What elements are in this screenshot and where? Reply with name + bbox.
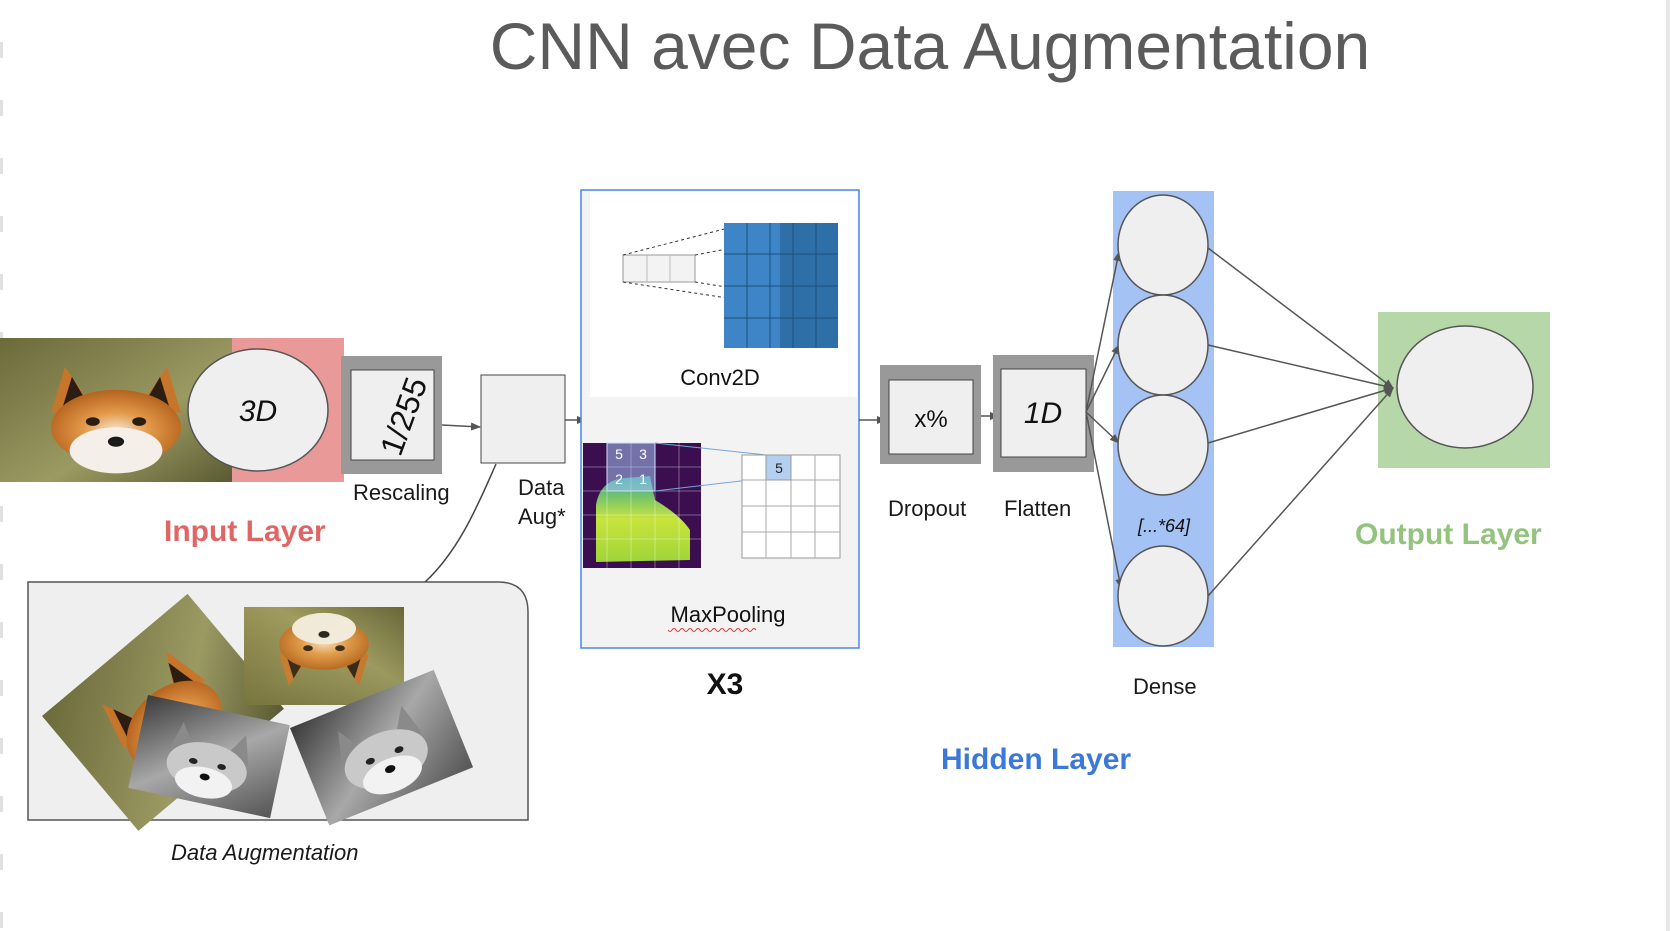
dense-neuron-3 [1117, 394, 1209, 496]
flatten-value-label: 1D [1024, 397, 1062, 430]
repeat-label: X3 [707, 668, 744, 701]
rescaling-caption: Rescaling [353, 480, 450, 505]
data-aug-caption-line1: Data [518, 475, 565, 500]
input-layer-label: Input Layer [164, 515, 326, 548]
hidden-layer-label: Hidden Layer [941, 743, 1132, 776]
flatten-caption: Flatten [1004, 496, 1072, 521]
pool-cell-3: 1 [639, 471, 647, 487]
aug-sample-flipped [244, 607, 404, 705]
dense-neuron-2 [1117, 294, 1209, 396]
input-dim-label: 3D [239, 395, 277, 428]
pool-cell-0: 5 [615, 446, 623, 462]
pool-output-cell: 5 [775, 460, 783, 476]
dense-neuron-last [1117, 545, 1209, 647]
dropout-value-label: x% [914, 406, 947, 433]
pool-cell-2: 2 [615, 471, 623, 487]
data-aug-node [480, 374, 566, 464]
output-neuron [1396, 325, 1534, 449]
maxpooling-caption: MaxPooling [671, 602, 786, 627]
pool-cell-1: 3 [639, 446, 647, 462]
conv2d-caption: Conv2D [680, 365, 759, 390]
dense-count-label: [...*64] [1137, 516, 1191, 536]
dense-neuron-1 [1117, 194, 1209, 296]
dropout-caption: Dropout [888, 496, 967, 521]
dense-caption: Dense [1133, 674, 1197, 699]
output-layer-label: Output Layer [1355, 518, 1542, 551]
data-aug-caption-line2: Aug* [518, 504, 566, 529]
diagram-canvas: 3D 1/255 Conv2D 5 3 2 1 5 MaxPooling X3 … [0, 189, 1550, 831]
data-augmentation-caption: Data Augmentation [171, 840, 359, 865]
arrow-rescaling-to-aug [441, 422, 481, 431]
